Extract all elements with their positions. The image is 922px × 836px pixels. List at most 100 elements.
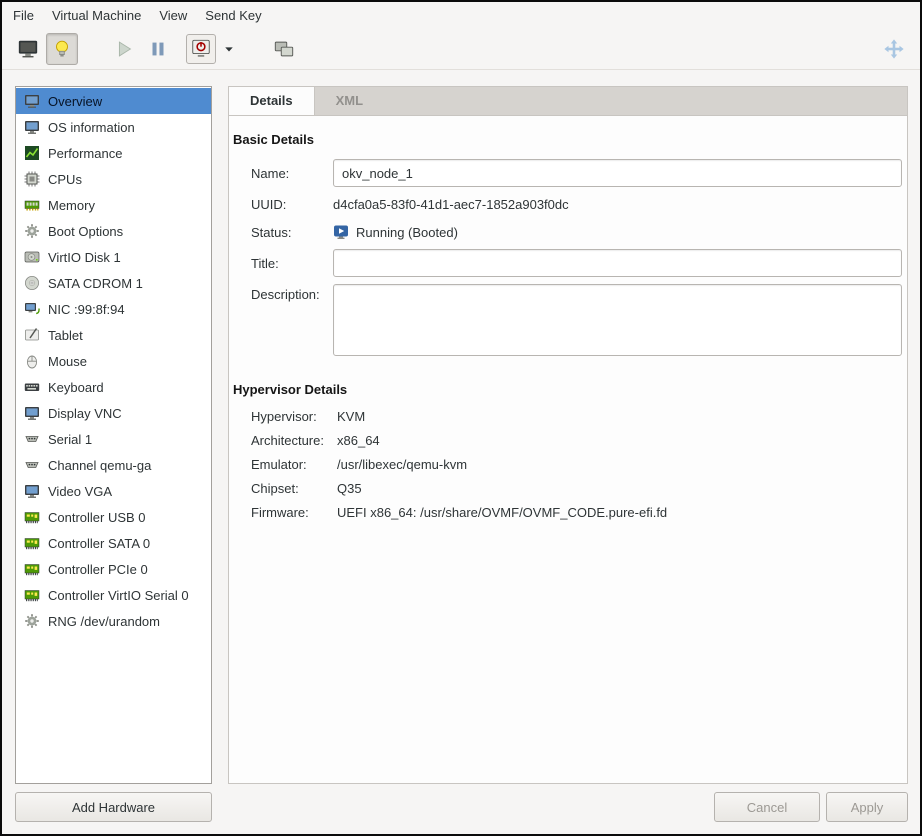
monitor-icon (24, 119, 40, 135)
tablet-icon (24, 327, 40, 343)
field-value: x86_64 (337, 433, 380, 448)
name-input[interactable] (333, 159, 902, 187)
shutdown-icon (190, 38, 212, 60)
pause-button[interactable] (142, 33, 174, 65)
sidebar-item-label: Serial 1 (48, 431, 93, 447)
uuid-value: d4cfa0a5-83f0-41d1-aec7-1852a903f0dc (333, 197, 569, 212)
sidebar-item-label: RNG /dev/urandom (48, 613, 160, 629)
sidebar-item-label: Overview (48, 93, 103, 109)
board-icon (24, 587, 40, 603)
sidebar-item-os-information[interactable]: OS information (16, 114, 211, 140)
sidebar-item-label: Boot Options (48, 223, 124, 239)
sidebar-item-label: SATA CDROM 1 (48, 275, 143, 291)
lightbulb-icon (51, 38, 73, 60)
sidebar-item-keyboard[interactable]: Keyboard (16, 374, 211, 400)
cpu-icon (24, 171, 40, 187)
sidebar-item-overview[interactable]: Overview (16, 88, 211, 114)
sidebar-item-channel-qemu-ga[interactable]: Channel qemu-ga (16, 452, 211, 478)
sidebar-item-boot-options[interactable]: Boot Options (16, 218, 211, 244)
shutdown-button[interactable] (186, 34, 216, 64)
serial-icon (24, 457, 40, 473)
board-icon (24, 535, 40, 551)
snapshots-button[interactable] (268, 33, 300, 65)
snapshots-icon (273, 38, 295, 60)
sidebar-item-controller-usb-0[interactable]: Controller USB 0 (16, 504, 211, 530)
hypervisor-details-title: Hypervisor Details (233, 382, 348, 397)
fullscreen-button[interactable] (878, 33, 910, 65)
field-label: Emulator: (251, 457, 307, 472)
menu-virtual-machine[interactable]: Virtual Machine (43, 2, 150, 29)
virt-manager-window: File Virtual Machine View Send Key Overview… (0, 0, 922, 836)
sidebar-item-memory[interactable]: Memory (16, 192, 211, 218)
board-icon (24, 561, 40, 577)
sidebar-item-mouse[interactable]: Mouse (16, 348, 211, 374)
pause-icon (147, 38, 169, 60)
disk-icon (24, 249, 40, 265)
sidebar: Overview OS information Performance CPUs Mem… (15, 86, 212, 822)
sidebar-item-label: Controller VirtIO Serial 0 (48, 587, 189, 603)
field-label: Architecture: (251, 433, 324, 448)
memory-icon (24, 197, 40, 213)
sidebar-item-performance[interactable]: Performance (16, 140, 211, 166)
add-hardware-button[interactable]: Add Hardware (15, 792, 212, 822)
console-monitor-icon (17, 38, 39, 60)
notebook: Details XML Basic Details Name: UUID: d4… (228, 86, 908, 784)
sidebar-item-label: Display VNC (48, 405, 122, 421)
details-pane: Details XML Basic Details Name: UUID: d4… (228, 86, 908, 822)
sidebar-item-label: Channel qemu-ga (48, 457, 152, 473)
monitor-icon (24, 93, 40, 109)
menu-view[interactable]: View (150, 2, 196, 29)
show-hardware-details-button[interactable] (46, 33, 78, 65)
sidebar-item-cpus[interactable]: CPUs (16, 166, 211, 192)
description-input[interactable] (333, 284, 902, 356)
field-value: Q35 (337, 481, 362, 496)
sidebar-item-video-vga[interactable]: Video VGA (16, 478, 211, 504)
tab-xml[interactable]: XML (315, 87, 384, 115)
sidebar-item-controller-virtio-serial-0[interactable]: Controller VirtIO Serial 0 (16, 582, 211, 608)
run-button[interactable] (108, 33, 140, 65)
sidebar-item-controller-sata-0[interactable]: Controller SATA 0 (16, 530, 211, 556)
menu-file[interactable]: File (4, 2, 43, 29)
details-content: Basic Details Name: UUID: d4cfa0a5-83f0-… (229, 116, 907, 783)
sidebar-item-controller-pcie-0[interactable]: Controller PCIe 0 (16, 556, 211, 582)
tab-details[interactable]: Details (229, 87, 315, 115)
toolbar (2, 29, 920, 70)
keyboard-icon (24, 379, 40, 395)
sidebar-item-serial-1[interactable]: Serial 1 (16, 426, 211, 452)
status-value: Running (Booted) (333, 222, 902, 242)
sidebar-item-display-vnc[interactable]: Display VNC (16, 400, 211, 426)
apply-button[interactable]: Apply (826, 792, 908, 822)
sidebar-item-label: Performance (48, 145, 123, 161)
chevron-down-icon (219, 38, 239, 60)
sidebar-item-label: Video VGA (48, 483, 113, 499)
description-label: Description: (251, 287, 320, 302)
serial-icon (24, 431, 40, 447)
field-label: Hypervisor: (251, 409, 317, 424)
hardware-list: Overview OS information Performance CPUs Mem… (15, 86, 212, 784)
title-input[interactable] (333, 249, 902, 277)
status-text: Running (Booted) (356, 224, 458, 240)
show-console-button[interactable] (12, 33, 44, 65)
title-label: Title: (251, 255, 279, 271)
vm-running-icon (333, 224, 349, 240)
menu-send-key[interactable]: Send Key (196, 2, 270, 29)
field-value: UEFI x86_64: /usr/share/OVMF/OVMF_CODE.p… (337, 505, 668, 520)
sidebar-item-label: Controller USB 0 (48, 509, 146, 525)
monitor-icon (24, 483, 40, 499)
sidebar-item-rng-dev-urandom[interactable]: RNG /dev/urandom (16, 608, 211, 634)
sidebar-item-virtio-disk-1[interactable]: VirtIO Disk 1 (16, 244, 211, 270)
shutdown-menu-button[interactable] (218, 33, 240, 65)
basic-details-form: Name: UUID: d4cfa0a5-83f0-41d1-aec7-1852… (233, 159, 904, 356)
play-icon (113, 38, 135, 60)
cancel-button[interactable]: Cancel (714, 792, 820, 822)
footer-actions: Cancel Apply (228, 792, 908, 822)
sidebar-item-nic-99-8f-94[interactable]: NIC :99:8f:94 (16, 296, 211, 322)
gear-icon (24, 223, 40, 239)
field-value: /usr/libexec/qemu-kvm (337, 457, 468, 472)
sidebar-item-sata-cdrom-1[interactable]: SATA CDROM 1 (16, 270, 211, 296)
sidebar-item-label: Memory (48, 197, 95, 213)
sidebar-item-tablet[interactable]: Tablet (16, 322, 211, 348)
mouse-icon (24, 353, 40, 369)
uuid-label: UUID: (251, 197, 287, 212)
sidebar-item-label: Mouse (48, 353, 88, 369)
